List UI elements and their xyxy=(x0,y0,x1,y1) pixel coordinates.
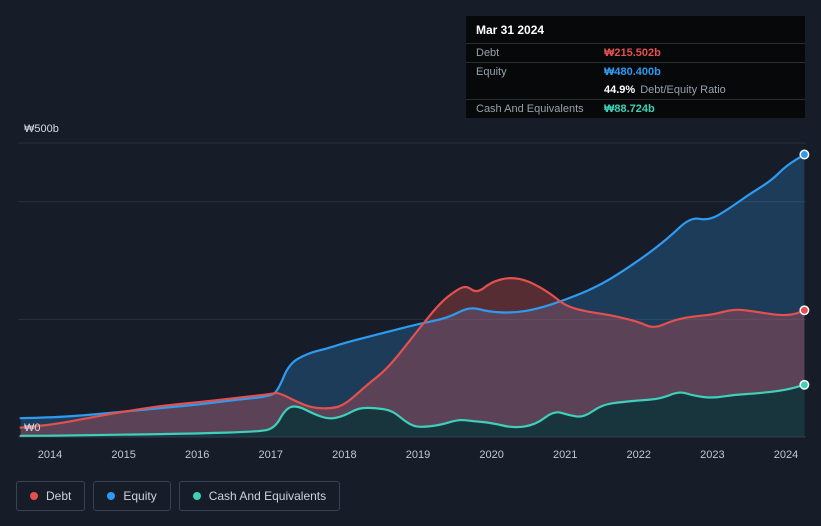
tooltip-cash-value: ₩88.724b xyxy=(604,103,655,115)
tooltip-ratio-value: 44.9% xyxy=(604,84,636,96)
x-axis-label-2016: 2016 xyxy=(184,449,210,461)
x-axis-label-2018: 2018 xyxy=(332,449,357,461)
cash-end-dot[interactable] xyxy=(799,379,810,390)
legend-item-debt-label: Debt xyxy=(46,489,72,503)
debt-end-dot[interactable] xyxy=(799,305,810,316)
tooltip-debt-label: Debt xyxy=(476,47,500,59)
legend-item-cash-label: Cash And Equivalents xyxy=(208,489,327,503)
equity-end-dot[interactable] xyxy=(799,149,810,160)
x-axis-label-2023: 2023 xyxy=(700,449,725,461)
x-axis-label-2020: 2020 xyxy=(479,449,504,461)
tooltip-equity-value: ₩480.400b xyxy=(604,66,661,78)
chart-tooltip: Mar 31 2024 Debt ₩215.502b Equity ₩480.4… xyxy=(466,16,805,118)
x-axis-label-2014: 2014 xyxy=(37,449,63,461)
tooltip-debt-value: ₩215.502b xyxy=(604,47,661,59)
x-axis-label-2022: 2022 xyxy=(626,449,652,461)
x-axis: 2014 2015 2016 2017 2018 2019 2020 2021 2022 2023… xyxy=(0,449,821,463)
x-axis-label-2019: 2019 xyxy=(405,449,431,461)
x-axis-label-2024: 2024 xyxy=(773,449,799,461)
legend-item-equity-label: Equity xyxy=(123,489,157,503)
debt-equity-history-chart: ₩500b ₩0 2014 2015 2016 2017 2018 2019 2020 202… xyxy=(0,0,821,526)
legend-item-debt[interactable]: Debt xyxy=(16,481,86,511)
tooltip-cash-row: Cash And Equivalents ₩88.724b xyxy=(466,100,805,118)
tooltip-ratio-row: 44.9% Debt/Equity Ratio xyxy=(466,81,805,100)
equity-legend-dot xyxy=(107,492,116,500)
x-axis-label-2021: 2021 xyxy=(552,449,578,461)
cash-legend-dot xyxy=(192,492,201,500)
x-axis-label-2017: 2017 xyxy=(258,449,284,461)
tooltip-debt-row: Debt ₩215.502b xyxy=(466,44,805,63)
x-axis-label-2015: 2015 xyxy=(111,449,136,461)
chart-legend: Debt Equity Cash And Equivalents xyxy=(16,481,341,511)
tooltip-date: Mar 31 2024 xyxy=(466,16,805,44)
legend-item-cash[interactable]: Cash And Equivalents xyxy=(178,481,341,511)
tooltip-equity-row: Equity ₩480.400b xyxy=(466,63,805,81)
tooltip-equity-label: Equity xyxy=(476,66,507,78)
tooltip-ratio-label: Debt/Equity Ratio xyxy=(640,84,726,96)
y-axis-label-top: ₩500b xyxy=(24,123,59,135)
legend-item-equity[interactable]: Equity xyxy=(93,481,171,511)
debt-legend-dot xyxy=(30,492,38,500)
tooltip-cash-label: Cash And Equivalents xyxy=(476,103,584,115)
y-axis-label-zero: ₩0 xyxy=(24,422,41,434)
